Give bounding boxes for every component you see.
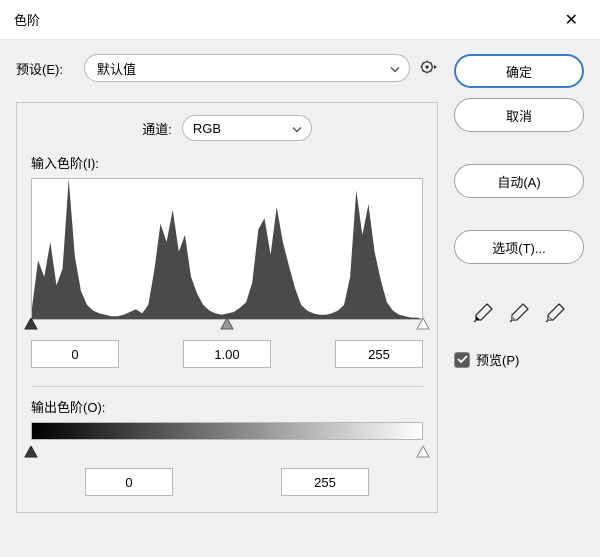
preset-row: 预设(E): 默认值 [16,54,438,82]
input-levels-label: 输入色阶(I): [31,153,423,172]
close-icon[interactable]: ✕ [557,6,586,34]
preset-value: 默认值 [97,59,136,78]
channel-value: RGB [193,121,221,136]
output-shadow-handle[interactable] [24,446,38,458]
channel-select[interactable]: RGB [182,115,312,141]
preset-select-wrap: 默认值 [84,54,410,82]
shadow-slider-handle[interactable] [24,318,38,330]
options-label: 选项(T)... [492,238,545,257]
left-panel: 预设(E): 默认值 [16,54,438,513]
preset-select[interactable]: 默认值 [84,54,410,82]
white-point-eyedropper-icon[interactable] [544,302,566,324]
black-point-eyedropper-icon[interactable] [472,302,494,324]
histogram [31,178,423,320]
channel-select-wrap: RGB [182,115,312,141]
options-button[interactable]: 选项(T)... [454,230,584,264]
channel-row: 通道: RGB [31,115,423,141]
midtone-input[interactable] [183,340,271,368]
channel-label: 通道: [142,119,172,138]
shadow-input[interactable] [31,340,119,368]
auto-label: 自动(A) [497,172,540,191]
eyedropper-group [454,302,584,324]
input-levels-values [31,340,423,368]
output-highlight-handle[interactable] [416,446,430,458]
titlebar: 色阶 ✕ [0,0,600,40]
input-slider[interactable] [31,320,423,334]
output-slider[interactable] [31,448,423,462]
dialog-title: 色阶 [14,10,40,29]
spacer [454,142,584,154]
highlight-input[interactable] [335,340,423,368]
ok-button[interactable]: 确定 [454,54,584,88]
midtone-slider-handle[interactable] [220,318,234,330]
preset-menu-icon[interactable] [420,60,438,77]
preview-label: 预览(P) [476,350,519,369]
preview-row: 预览(P) [454,350,584,369]
output-levels-label: 输出色阶(O): [31,397,423,416]
right-panel: 确定 取消 自动(A) 选项(T)... 预览(P) [454,54,584,513]
output-levels-values [31,468,423,496]
histogram-svg [32,179,422,319]
preview-checkbox[interactable] [454,352,470,368]
preset-label: 预设(E): [16,59,74,78]
output-highlight-input[interactable] [281,468,369,496]
output-shadow-input[interactable] [85,468,173,496]
spacer [454,208,584,220]
cancel-label: 取消 [506,106,532,125]
auto-button[interactable]: 自动(A) [454,164,584,198]
separator [31,386,423,387]
content: 预设(E): 默认值 [0,40,600,527]
ok-label: 确定 [506,62,532,81]
highlight-slider-handle[interactable] [416,318,430,330]
gray-point-eyedropper-icon[interactable] [508,302,530,324]
cancel-button[interactable]: 取消 [454,98,584,132]
output-gradient[interactable] [31,422,423,440]
levels-panel: 通道: RGB 输入色阶(I): [16,102,438,513]
